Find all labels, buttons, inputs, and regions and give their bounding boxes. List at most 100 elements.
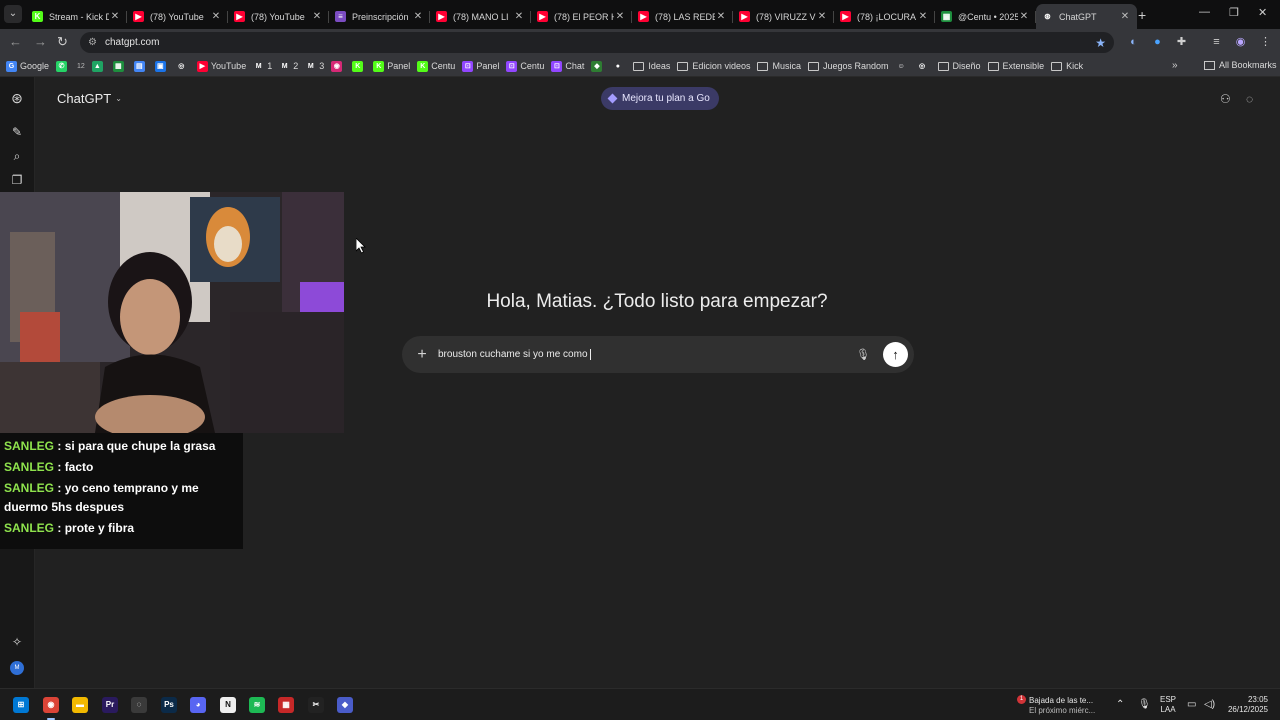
spotify-icon[interactable]: ≋ (249, 697, 265, 713)
start-icon[interactable]: ⊞ (13, 697, 29, 713)
address-bar[interactable]: ⚙ chatgpt.com ★ (80, 32, 1114, 53)
media-controls-icon[interactable]: ≡ (1210, 36, 1223, 49)
streamdeck-icon[interactable]: ▦ (278, 697, 294, 713)
bookmark-item[interactable]: G Google (6, 60, 49, 72)
model-picker[interactable]: ChatGPT ⌄ (57, 91, 122, 106)
bookmark-item[interactable]: ⊡ Chat (551, 60, 584, 72)
browser-tab[interactable]: ▶ (78) MANO LI ✕ (430, 4, 531, 29)
bookmark-item[interactable]: Musica (757, 61, 801, 71)
search-icon[interactable]: ⌕ (10, 149, 24, 163)
explore-sparkle-icon[interactable]: ✧ (10, 635, 24, 649)
reload-icon[interactable]: ↻ (57, 34, 68, 50)
composer-input[interactable]: brouston cuchame si yo me como (438, 348, 855, 360)
new-tab-button[interactable]: + (1138, 7, 1146, 23)
upgrade-plan-button[interactable]: Mejora tu plan a Go (601, 87, 719, 110)
chrome-icon[interactable]: ◉ (43, 697, 59, 720)
restore-icon[interactable]: ❐ (1229, 6, 1239, 19)
browser-tab[interactable]: K Stream - Kick D ✕ (26, 4, 127, 29)
app-icon[interactable]: ◆ (337, 697, 353, 713)
close-tab-icon[interactable]: ✕ (715, 11, 727, 22)
bookmark-item[interactable]: ◉ (331, 60, 345, 72)
bookmark-item[interactable]: ● (612, 60, 626, 72)
premiere-icon[interactable]: Pr (102, 697, 118, 713)
all-bookmarks-button[interactable]: All Bookmarks (1204, 60, 1277, 70)
system-clock[interactable]: 23:05 26/12/2025 (1226, 695, 1268, 715)
bookmark-item[interactable]: ⊡ Panel (462, 60, 499, 72)
news-widget[interactable]: 1 Bajada de las te... El próximo miérc..… (1011, 695, 1111, 717)
bookmark-item[interactable]: ▦ (112, 60, 127, 72)
temporary-chat-icon[interactable]: ◌ (1246, 92, 1253, 106)
browser-tab[interactable]: ▶ (78) VIRUZZ VI ✕ (733, 4, 834, 29)
bookmark-item[interactable]: Juegos Random (807, 61, 889, 71)
bookmark-item[interactable]: Diseño (937, 61, 981, 71)
bookmark-item[interactable]: K Centu (417, 60, 455, 72)
obs-icon[interactable]: ◌ (131, 697, 147, 713)
minimize-icon[interactable]: — (1199, 6, 1210, 18)
close-tab-icon[interactable]: ✕ (311, 11, 323, 22)
browser-tab[interactable]: ▶ (78) El PEOR H ✕ (531, 4, 632, 29)
browser-tab[interactable]: ▶ (78) ¡LOCURA ✕ (834, 4, 935, 29)
extensions-puzzle-icon[interactable]: ✚ (1175, 36, 1188, 49)
bookmark-item[interactable]: ☺ (895, 60, 910, 72)
extension-icon[interactable]: ◐ (1127, 36, 1140, 49)
openai-logo-icon[interactable]: ⊛ (10, 91, 24, 105)
bookmark-item[interactable]: ▤ (133, 60, 148, 72)
bookmark-item[interactable]: K (352, 60, 366, 72)
browser-tab[interactable]: ▶ (78) YouTube ✕ (228, 4, 329, 29)
microphone-icon[interactable]: 🎙︎ (855, 348, 871, 361)
bookmark-item[interactable]: ◎ (175, 60, 190, 72)
more-bookmarks-icon[interactable]: » (1172, 60, 1178, 71)
close-tab-icon[interactable]: ✕ (513, 11, 525, 22)
message-composer[interactable]: + brouston cuchame si yo me como 🎙︎ ↑ (402, 336, 914, 373)
microphone-tray-icon[interactable]: 🎙︎ (1138, 699, 1151, 710)
bookmark-item[interactable]: Ideas (633, 61, 670, 71)
close-tab-icon[interactable]: ✕ (210, 11, 222, 22)
close-tab-icon[interactable]: ✕ (1018, 11, 1030, 22)
bookmark-item[interactable]: ◆ (591, 60, 605, 72)
browser-menu-icon[interactable]: ⋮ (1259, 36, 1272, 49)
volume-icon[interactable]: ◁) (1204, 699, 1215, 710)
forward-icon[interactable]: → (34, 34, 47, 49)
bookmark-item[interactable]: Extensible (987, 61, 1044, 71)
user-avatar[interactable]: M (10, 661, 24, 675)
browser-tab[interactable]: ▶ (78) YouTube ✕ (127, 4, 228, 29)
bookmark-item[interactable]: ✆ (56, 60, 70, 72)
back-icon[interactable]: ← (9, 34, 22, 49)
browser-tab[interactable]: ▶ (78) LAS REDE ✕ (632, 4, 733, 29)
discord-icon[interactable]: ◕ (190, 697, 206, 713)
site-info-icon[interactable]: ⚙ (88, 37, 97, 48)
browser-tab[interactable]: ⊛ ChatGPT ✕ (1036, 4, 1137, 29)
bookmark-item[interactable]: ▲ (91, 60, 106, 72)
bookmark-item[interactable]: M3 (305, 60, 324, 72)
close-tab-icon[interactable]: ✕ (917, 11, 929, 22)
tab-search-button[interactable]: ⌄ (4, 5, 22, 23)
new-chat-icon[interactable]: ✎ (10, 125, 24, 139)
bookmark-star-icon[interactable]: ★ (1095, 36, 1106, 50)
close-tab-icon[interactable]: ✕ (614, 11, 626, 22)
bookmark-item[interactable]: ▶ YouTube (196, 60, 246, 72)
bookmark-item[interactable]: K Panel (373, 60, 410, 72)
photoshop-icon[interactable]: Ps (161, 697, 177, 713)
bookmark-item[interactable]: ◎ (916, 60, 931, 72)
bookmark-item[interactable]: ▣ (154, 60, 169, 72)
chevron-up-icon[interactable]: ⌃ (1116, 699, 1124, 710)
close-tab-icon[interactable]: ✕ (109, 11, 121, 22)
close-tab-icon[interactable]: ✕ (816, 11, 828, 22)
language-indicator[interactable]: ESP LAA (1160, 695, 1176, 715)
browser-tab[interactable]: ▦ @Centu • 2025 ✕ (935, 4, 1036, 29)
close-window-icon[interactable]: ✕ (1258, 6, 1267, 19)
bookmark-item[interactable]: Edicion videos (677, 61, 750, 71)
browser-tab[interactable]: ≡ Preinscripción ✕ (329, 4, 430, 29)
close-tab-icon[interactable]: ✕ (1119, 11, 1131, 22)
bookmark-item[interactable]: 12 (77, 63, 85, 70)
notion-icon[interactable]: N (220, 697, 236, 713)
close-tab-icon[interactable]: ✕ (412, 11, 424, 22)
network-icon[interactable]: ▭ (1187, 699, 1196, 710)
file-explorer-icon[interactable]: ▬ (72, 697, 88, 713)
send-button[interactable]: ↑ (883, 342, 908, 367)
extension-icon[interactable]: ● (1151, 36, 1164, 49)
attach-plus-icon[interactable]: + (413, 346, 431, 364)
library-icon[interactable]: ❐ (10, 173, 24, 187)
share-user-icon[interactable]: ⚇ (1220, 92, 1231, 106)
bookmark-item[interactable]: M2 (279, 60, 298, 72)
